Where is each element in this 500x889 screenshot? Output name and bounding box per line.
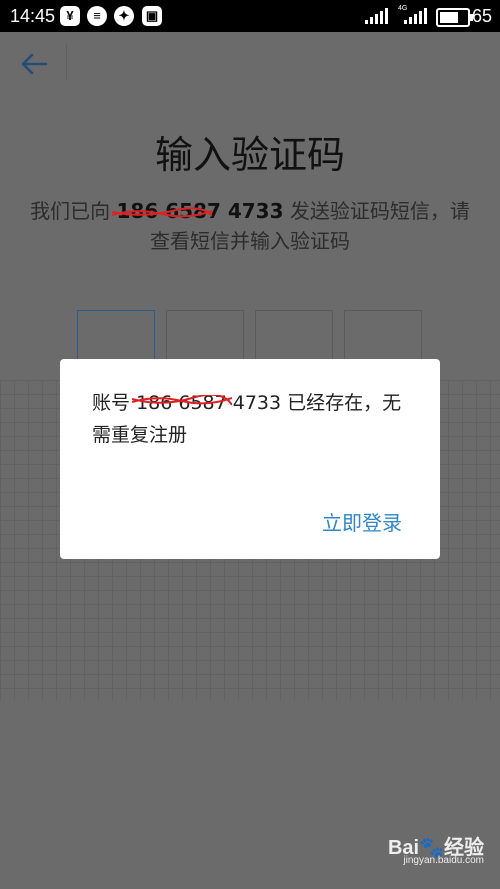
masked-phone-number: 186 6587 4733 <box>112 199 284 223</box>
account-exists-dialog: 账号 186 6587 4733 已经存在，无需重复注册 立即登录 <box>60 359 440 559</box>
masked-account-number: 186 6587 4733 <box>132 387 281 419</box>
signal-icon <box>365 8 391 24</box>
dialog-message: 账号 186 6587 4733 已经存在，无需重复注册 <box>92 387 412 451</box>
watermark-site: jingyan.baidu.com <box>403 855 484 866</box>
subtitle: 我们已向 186 6587 4733 发送验证码短信，请查看短信并输入验证码 <box>30 196 470 256</box>
login-now-button[interactable]: 立即登录 <box>322 507 402 536</box>
battery-percent: 65 <box>472 6 493 26</box>
arrow-left-icon[interactable] <box>20 52 48 76</box>
yen-icon: ¥ <box>60 6 80 26</box>
status-time: 14:45 <box>10 6 56 26</box>
header-divider <box>66 44 67 80</box>
baidu-jingyan-watermark: Bai🐾经验 jingyan.baidu.com <box>354 831 484 871</box>
sync-icon: ✦ <box>114 6 134 26</box>
subtitle-prefix: 我们已向 <box>30 199 111 223</box>
signal-4g-icon <box>398 8 428 24</box>
battery-icon <box>436 8 473 27</box>
status-bar: 14:45 ¥ ≡ ✦ ▣ 4G 65 <box>0 0 500 32</box>
page-title: 输入验证码 <box>154 133 345 177</box>
chat-icon: ≡ <box>87 6 107 26</box>
dialog-message-prefix: 账号 <box>92 392 131 414</box>
image-icon: ▣ <box>142 6 162 26</box>
